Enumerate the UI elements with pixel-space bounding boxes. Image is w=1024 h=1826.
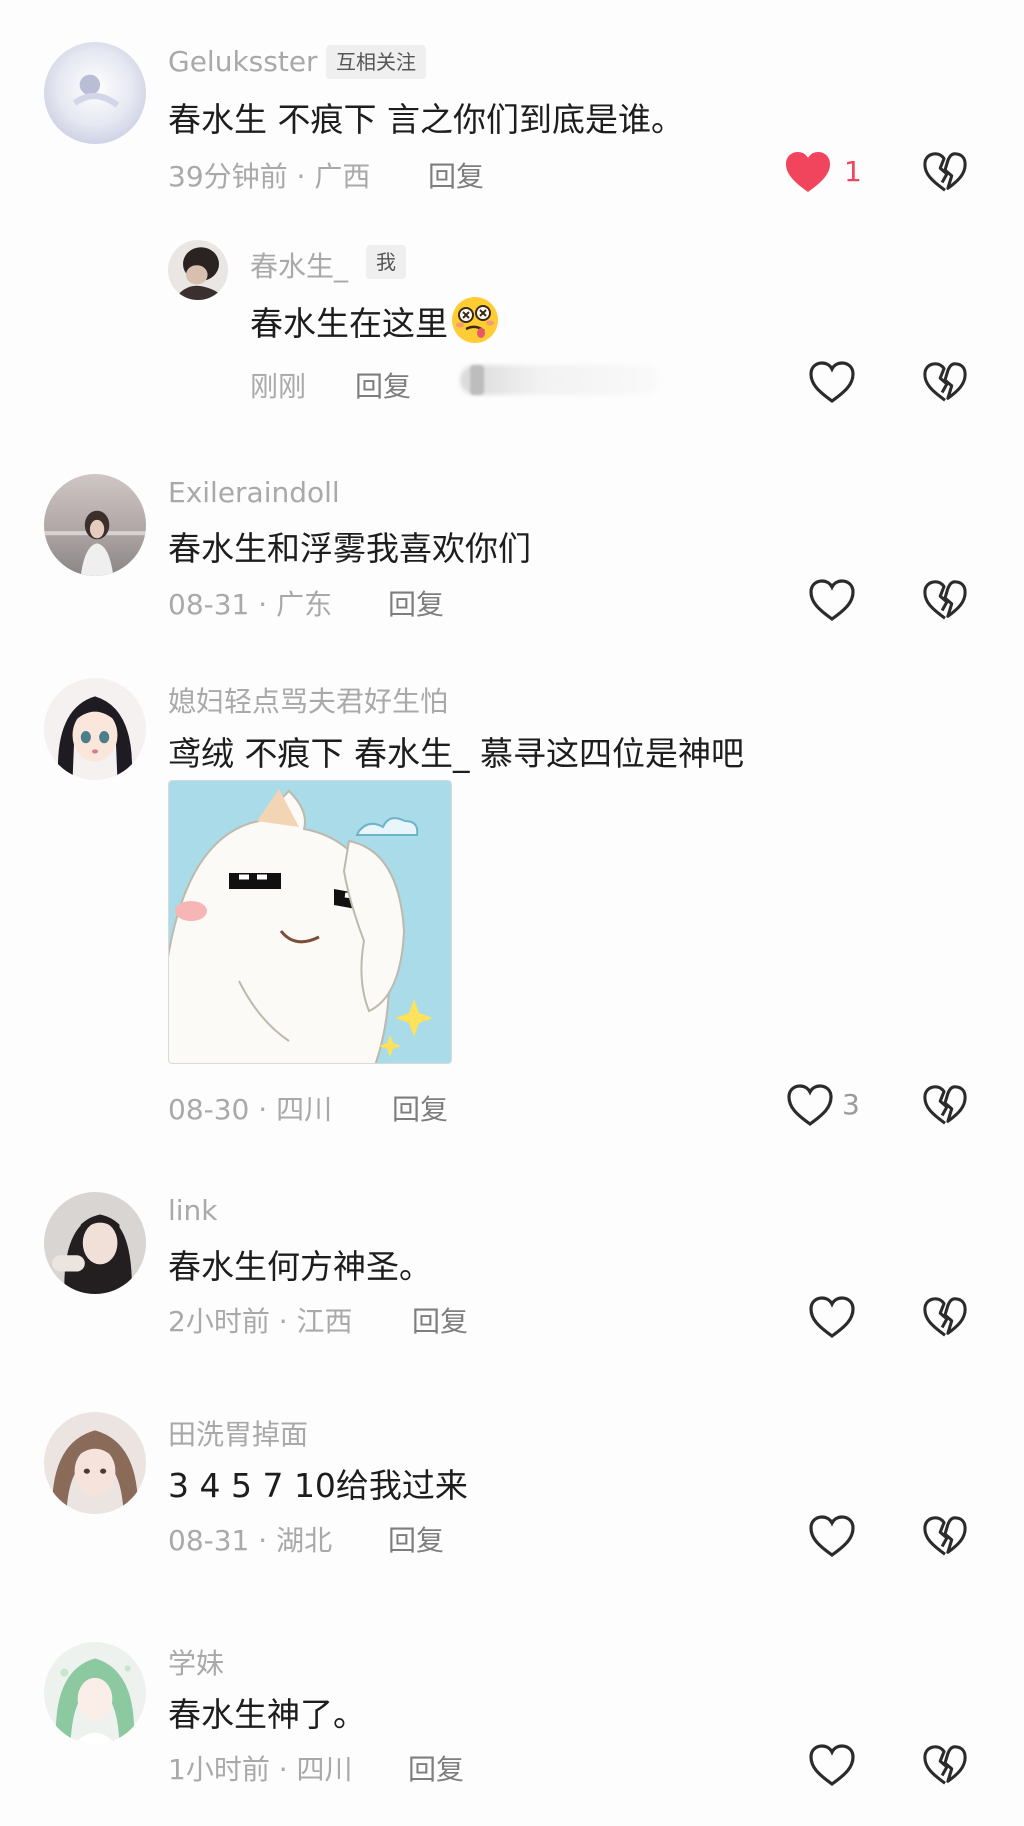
broken-heart-icon[interactable] — [922, 1743, 968, 1787]
heart-filled-icon[interactable] — [784, 150, 832, 194]
heart-icon[interactable] — [808, 1514, 856, 1558]
broken-heart-icon[interactable] — [922, 578, 968, 622]
broken-heart-icon[interactable] — [922, 150, 968, 194]
comment-text: 春水生 不痕下 言之你们到底是谁。 — [168, 100, 684, 139]
username[interactable]: Exileraindoll — [168, 476, 340, 509]
avatar[interactable] — [44, 1192, 146, 1294]
broken-heart-icon[interactable] — [922, 360, 968, 404]
username[interactable]: 学妹 — [168, 1642, 224, 1682]
reply-button[interactable]: 回复 — [388, 583, 444, 623]
reply-button[interactable]: 回复 — [355, 365, 411, 405]
woozy-face-emoji — [450, 295, 500, 345]
broken-heart-icon[interactable] — [922, 1514, 968, 1558]
reply-button[interactable]: 回复 — [408, 1748, 464, 1788]
blurred-region — [460, 365, 660, 395]
reply-button[interactable]: 回复 — [412, 1300, 468, 1340]
reply-button[interactable]: 回复 — [428, 155, 484, 195]
comment-meta: 08-31 · 广东 — [168, 588, 333, 621]
reply-button[interactable]: 回复 — [388, 1519, 444, 1559]
username[interactable]: 田洗胃掉面 — [168, 1413, 308, 1453]
comment-meta: 08-31 · 湖北 — [168, 1524, 333, 1557]
blurred-region — [470, 365, 484, 395]
avatar[interactable] — [44, 678, 146, 780]
me-badge: 我 — [366, 245, 406, 279]
heart-icon[interactable] — [808, 578, 856, 622]
like-count: 3 — [842, 1088, 860, 1121]
comment-meta: 39分钟前 · 广西 — [168, 160, 371, 193]
heart-icon[interactable] — [786, 1083, 834, 1127]
mutual-follow-badge: 互相关注 — [326, 45, 426, 79]
like-count: 1 — [844, 155, 862, 188]
avatar[interactable] — [44, 1412, 146, 1514]
username[interactable]: 媳妇轻点骂夫君好生怕 — [168, 680, 448, 720]
username[interactable]: Geluksster — [168, 45, 318, 78]
comment-meta: 2小时前 · 江西 — [168, 1305, 353, 1338]
reply-button[interactable]: 回复 — [392, 1088, 448, 1128]
comment-meta: 1小时前 · 四川 — [168, 1753, 353, 1786]
comment-text: 春水生和浮雾我喜欢你们 — [168, 529, 531, 568]
comment-meta: 08-30 · 四川 — [168, 1093, 333, 1126]
heart-icon[interactable] — [808, 1295, 856, 1339]
broken-heart-icon[interactable] — [922, 1295, 968, 1339]
avatar[interactable] — [168, 240, 228, 300]
broken-heart-icon[interactable] — [922, 1083, 968, 1127]
comment-text: 3 4 5 7 10给我过来 — [168, 1466, 468, 1505]
comment-text: 春水生神了。 — [168, 1695, 366, 1734]
heart-icon[interactable] — [808, 360, 856, 404]
username[interactable]: link — [168, 1194, 218, 1227]
avatar[interactable] — [44, 1642, 146, 1744]
comment-text: 鸢绒 不痕下 春水生_ 慕寻这四位是神吧 — [168, 734, 744, 773]
comment-text: 春水生在这里 — [250, 295, 500, 345]
comment-text-body: 春水生在这里 — [250, 304, 448, 343]
avatar[interactable] — [44, 42, 146, 144]
avatar[interactable] — [44, 474, 146, 576]
comment-text: 春水生何方神圣。 — [168, 1247, 432, 1286]
shy-cat-sticker[interactable] — [168, 780, 452, 1064]
comment-meta: 刚刚 — [250, 370, 307, 403]
username[interactable]: 春水生_ — [250, 245, 348, 285]
heart-icon[interactable] — [808, 1743, 856, 1787]
